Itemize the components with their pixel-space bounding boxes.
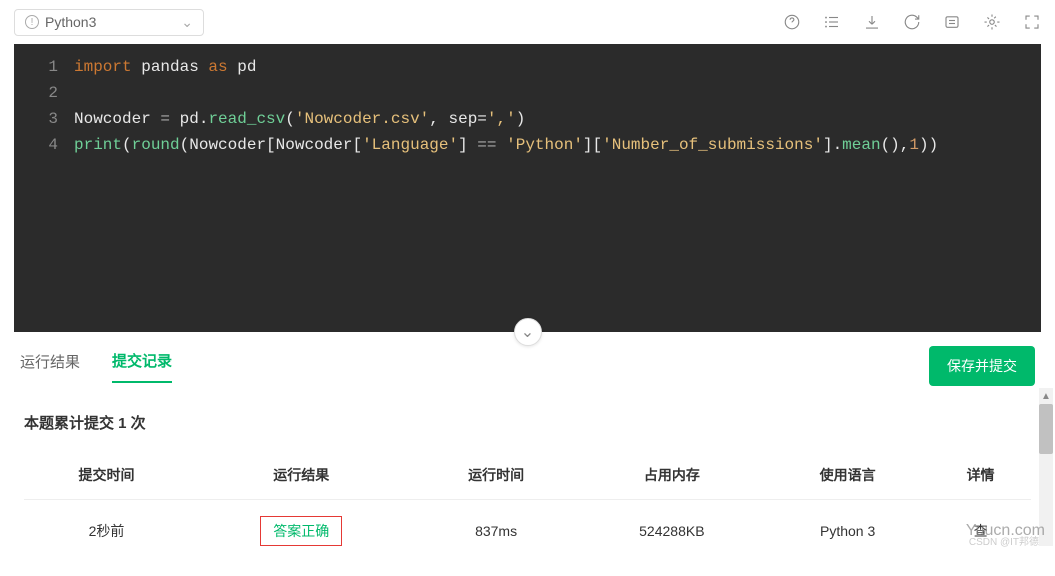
code-editor[interactable]: 1import pandas as pd23Nowcoder = pd.read… bbox=[14, 44, 1041, 332]
download-icon[interactable] bbox=[863, 13, 881, 31]
code-line: 1import pandas as pd bbox=[14, 54, 1041, 80]
code-line: 2 bbox=[14, 80, 1041, 106]
note-icon[interactable] bbox=[943, 13, 961, 31]
tab-result[interactable]: 运行结果 bbox=[20, 351, 80, 382]
language-selector[interactable]: ! Python3 ⌄ bbox=[14, 9, 204, 36]
code-line: 4print(round(Nowcoder[Nowcoder['Language… bbox=[14, 132, 1041, 158]
toolbar bbox=[783, 13, 1041, 31]
submission-summary: 本题累计提交 1 次 bbox=[24, 412, 1031, 433]
submit-button[interactable]: 保存并提交 bbox=[929, 346, 1035, 386]
cell-runtime: 837ms bbox=[414, 500, 579, 563]
column-header: 占用内存 bbox=[579, 451, 766, 500]
scroll-up-icon[interactable]: ▲ bbox=[1039, 388, 1053, 404]
language-label: Python3 bbox=[45, 14, 96, 30]
submission-panel: 本题累计提交 1 次 提交时间运行结果运行时间占用内存使用语言详情 2秒前 答案… bbox=[0, 386, 1055, 576]
fullscreen-icon[interactable] bbox=[1023, 13, 1041, 31]
cell-result: 答案正确 bbox=[260, 516, 342, 546]
list-icon[interactable] bbox=[823, 13, 841, 31]
refresh-icon[interactable] bbox=[903, 13, 921, 31]
watermark-sub: CSDN @IT邦德 bbox=[969, 533, 1039, 548]
chevron-down-icon: ⌄ bbox=[521, 322, 534, 342]
column-header: 提交时间 bbox=[24, 451, 189, 500]
cell-time: 2秒前 bbox=[24, 500, 189, 563]
code-line: 3Nowcoder = pd.read_csv('Nowcoder.csv', … bbox=[14, 106, 1041, 132]
cell-memory: 524288KB bbox=[579, 500, 766, 563]
tab-history[interactable]: 提交记录 bbox=[112, 350, 172, 383]
info-icon: ! bbox=[25, 15, 39, 29]
column-header: 使用语言 bbox=[765, 451, 930, 500]
column-header: 运行时间 bbox=[414, 451, 579, 500]
help-icon[interactable] bbox=[783, 13, 801, 31]
column-header: 详情 bbox=[930, 451, 1031, 500]
column-header: 运行结果 bbox=[189, 451, 414, 500]
cell-language: Python 3 bbox=[765, 500, 930, 563]
collapse-button[interactable]: ⌄ bbox=[514, 318, 542, 346]
chevron-down-icon: ⌄ bbox=[181, 14, 193, 31]
gear-icon[interactable] bbox=[983, 13, 1001, 31]
table-row: 2秒前 答案正确 837ms 524288KB Python 3 查 bbox=[24, 500, 1031, 563]
scroll-thumb[interactable] bbox=[1039, 404, 1053, 454]
submission-table: 提交时间运行结果运行时间占用内存使用语言详情 2秒前 答案正确 837ms 52… bbox=[24, 451, 1031, 562]
